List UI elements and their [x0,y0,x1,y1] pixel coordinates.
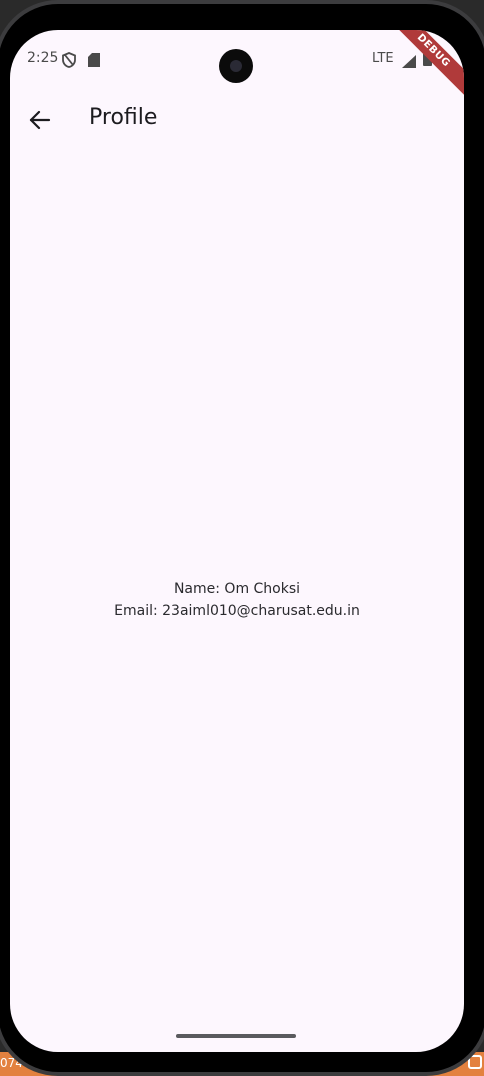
status-time: 2:25 [27,50,59,66]
shield-icon [62,52,76,72]
app-bar: Profile [10,88,464,152]
device-screen: 2:25 LTE DEBUG Profile Name: Om Choksi E… [10,30,464,1052]
profile-name: Name: Om Choksi [173,581,301,597]
signal-icon [402,53,416,72]
status-bar: 2:25 LTE DEBUG [10,30,464,100]
profile-details: Name: Om Choksi Email: 23aiml010@charusa… [10,578,464,622]
network-type: LTE [372,51,394,66]
sd-card-icon [88,52,100,71]
profile-email: Email: 23aiml010@charusat.edu.in [114,603,360,619]
front-camera [219,49,253,83]
arrow-back-icon [29,109,51,135]
back-button[interactable] [24,106,56,138]
home-indicator[interactable] [176,1034,296,1038]
page-title: Profile [89,105,158,130]
